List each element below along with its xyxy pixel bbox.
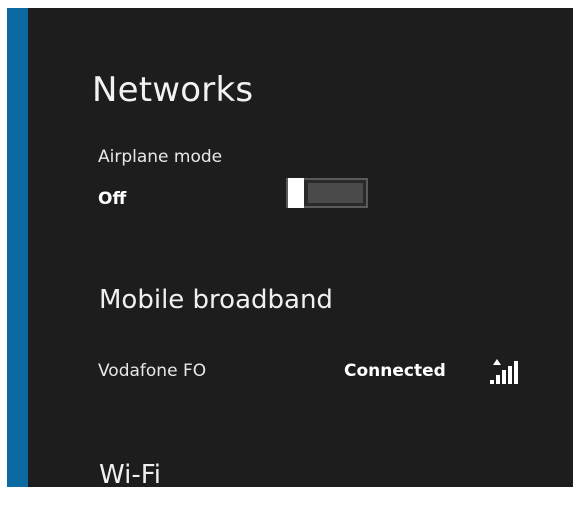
toggle-thumb[interactable]: [288, 178, 304, 208]
cellular-signal-icon: [490, 359, 518, 384]
network-name: Vodafone FO: [98, 361, 207, 381]
mobile-broadband-heading: Mobile broadband: [99, 285, 333, 315]
airplane-mode-toggle[interactable]: [286, 178, 368, 208]
networks-panel: Networks Airplane mode Off Mobile broadb…: [7, 8, 573, 487]
wifi-heading: Wi-Fi: [99, 460, 162, 487]
toggle-track: [308, 183, 363, 203]
airplane-mode-state: Off: [98, 189, 127, 209]
accent-bar: [7, 8, 28, 487]
connection-status: Connected: [344, 361, 446, 381]
panel-title: Networks: [92, 70, 254, 110]
network-item-vodafone[interactable]: Vodafone FO Connected: [98, 358, 538, 386]
airplane-mode-label: Airplane mode: [98, 147, 223, 167]
